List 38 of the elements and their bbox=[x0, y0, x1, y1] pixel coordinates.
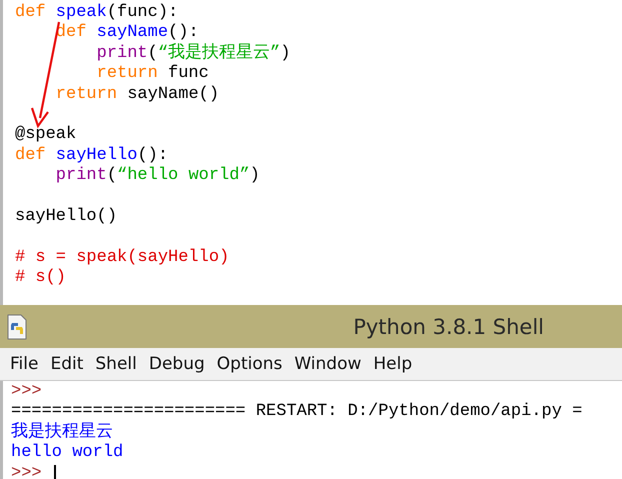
code-text: ( bbox=[148, 44, 158, 63]
code-text: (): bbox=[168, 23, 199, 42]
shell-prompt: >>> bbox=[11, 464, 42, 479]
shell-prompt: >>> bbox=[11, 382, 42, 402]
keyword: def bbox=[15, 146, 46, 165]
menu-item[interactable]: Edit bbox=[44, 352, 90, 376]
keyword: return bbox=[96, 64, 158, 84]
comment: # s() bbox=[15, 268, 66, 288]
string-literal: “我是扶程星云” bbox=[158, 44, 280, 63]
keyword: return bbox=[54, 84, 118, 104]
code-text: sayHello() bbox=[15, 206, 118, 226]
code-text: (func): bbox=[106, 3, 178, 22]
string-literal: “hello world” bbox=[117, 166, 250, 186]
code-text: @speak bbox=[15, 125, 76, 144]
function-name: sayHello bbox=[54, 146, 138, 165]
code-text: ) bbox=[280, 44, 290, 63]
builtin-name: print bbox=[54, 166, 107, 186]
menu-item[interactable]: Debug bbox=[142, 352, 211, 376]
menu-item[interactable]: File bbox=[4, 352, 44, 376]
menu-item[interactable]: Window bbox=[288, 352, 368, 376]
menu-item[interactable]: Help bbox=[367, 352, 418, 376]
restart-message: ======================= RESTART: D:/Python/demo/api.py = bbox=[11, 402, 582, 422]
menu-item[interactable]: Options bbox=[210, 352, 288, 376]
window-title: Python 3.8.1 Shell bbox=[353, 314, 544, 338]
comment: # s = speak(sayHello) bbox=[15, 248, 230, 267]
code-text: ( bbox=[106, 166, 118, 186]
program-output: hello world bbox=[11, 443, 124, 464]
file-icon bbox=[6, 314, 28, 340]
function-name: sayName bbox=[96, 23, 168, 42]
code-text: func bbox=[167, 64, 209, 84]
code-text: ) bbox=[250, 166, 260, 186]
keyword: def bbox=[15, 3, 46, 22]
menu-item[interactable]: Shell bbox=[89, 352, 143, 376]
builtin-name: print bbox=[96, 44, 148, 63]
code-text: sayName() bbox=[126, 84, 220, 104]
code-text: (): bbox=[137, 146, 168, 165]
program-output: 我是扶程星云 bbox=[11, 422, 113, 444]
function-name: speak bbox=[54, 3, 107, 22]
